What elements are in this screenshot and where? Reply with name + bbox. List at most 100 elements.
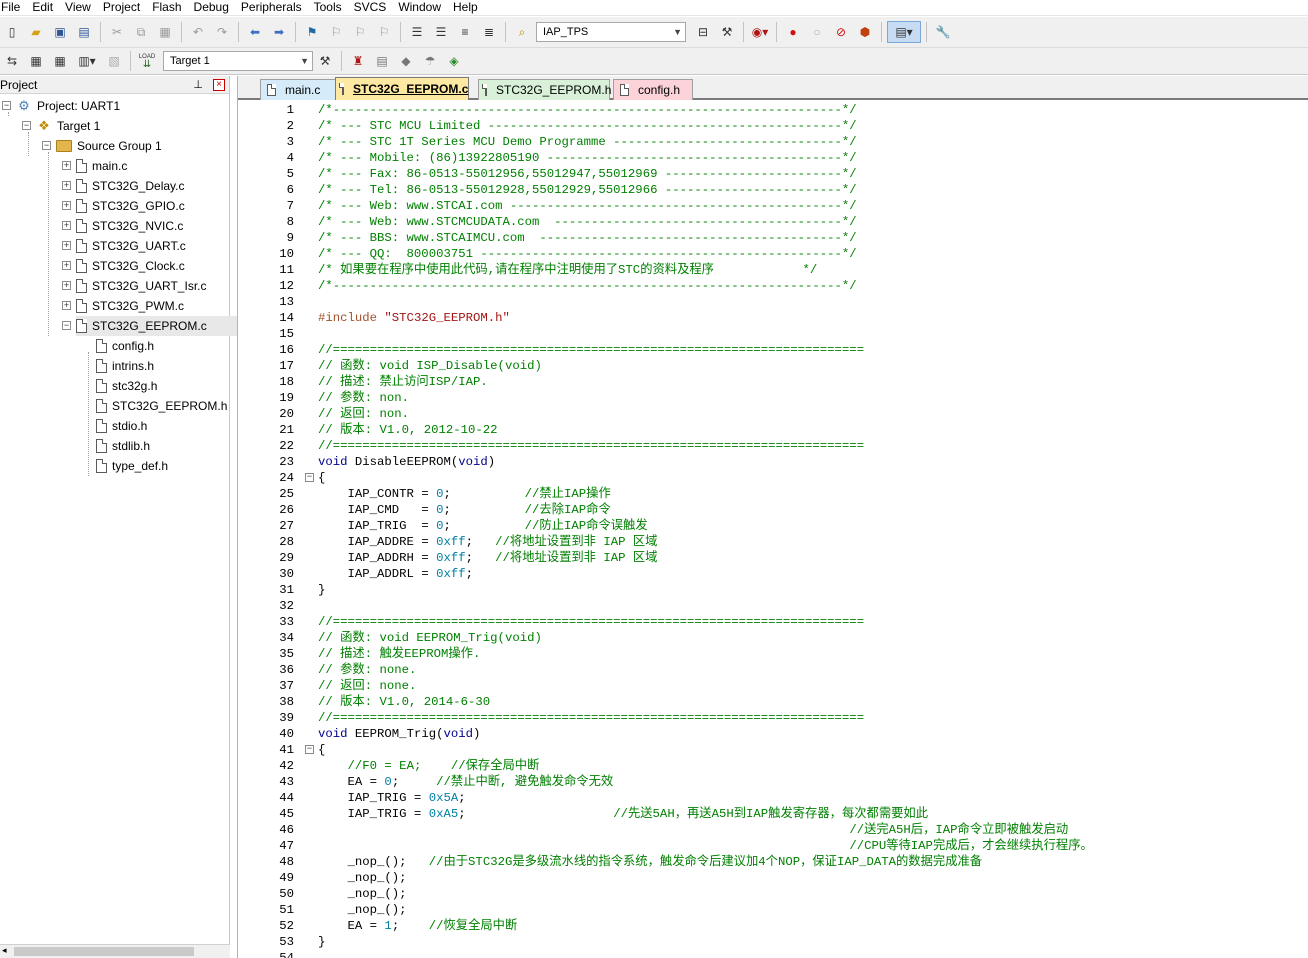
collapse-toggle[interactable]: − [22,121,31,130]
code-line[interactable]: _nop_(); [318,886,407,902]
unindent-icon[interactable]: ☰ [430,21,452,43]
code-line[interactable]: { [318,470,325,486]
code-line[interactable]: /* --- QQ: 800003751 -------------------… [318,246,857,262]
code-line[interactable]: } [318,582,325,598]
tree-item[interactable]: STC32G_UART.c [76,236,186,256]
open-folder-icon[interactable]: ▰ [25,21,47,43]
debug-session-icon[interactable]: ◉▾ [749,21,771,43]
tree-item[interactable]: type_def.h [96,456,168,476]
menu-svcs[interactable]: SVCS [354,0,394,15]
tree-item[interactable]: STC32G_EEPROM.c [76,316,244,336]
tree-item[interactable]: stdlib.h [96,436,150,456]
code-line[interactable]: EA = 1; //恢复全局中断 [318,918,518,934]
menu-peripherals[interactable]: Peripherals [241,0,309,15]
target-combo[interactable]: Target 1 ▼ [163,51,313,71]
code-line[interactable]: // 版本: V1.0, 2012-10-22 [318,422,498,438]
code-line[interactable]: /* --- Fax: 86-0513-55012956,55012947,55… [318,166,857,182]
code-line[interactable]: void EEPROM_Trig(void) [318,726,480,742]
fold-toggle[interactable]: − [305,473,314,482]
code-line[interactable]: //======================================… [318,342,864,358]
code-line[interactable]: /* --- BBS: www.STCAIMCU.com -----------… [318,230,857,246]
expand-toggle[interactable]: + [62,261,71,270]
code-line[interactable]: // 描述: 禁止访问ISP/IAP. [318,374,488,390]
translate-icon[interactable]: ⇆ [1,50,23,72]
code-line[interactable]: IAP_TRIG = 0xA5; //先送5AH，再送A5H到IAP触发寄存器，… [318,806,929,822]
menu-tools[interactable]: Tools [314,0,349,15]
code-line[interactable]: void DisableEEPROM(void) [318,454,495,470]
fold-toggle[interactable]: − [305,745,314,754]
menu-window[interactable]: Window [398,0,448,15]
expand-toggle[interactable]: + [62,281,71,290]
code-line[interactable]: //======================================… [318,614,864,630]
breakpoint-icon[interactable]: ● [782,21,804,43]
tree-item[interactable]: STC32G_Delay.c [76,176,184,196]
code-line[interactable]: // 版本: V1.0, 2014-6-30 [318,694,490,710]
menu-view[interactable]: View [65,0,98,15]
menu-flash[interactable]: Flash [152,0,188,15]
code-line[interactable]: /* --- Mobile: (86)13922805190 ---------… [318,150,857,166]
save-icon[interactable]: ▣ [49,21,71,43]
breakpoint-disable-icon[interactable]: ○ [806,21,828,43]
expand-toggle[interactable]: + [62,161,71,170]
batch-build-icon[interactable]: ▥▾ [73,50,101,72]
find-combo[interactable]: IAP_TPS ▼ [536,22,686,42]
tree-item[interactable]: STC32G_GPIO.c [76,196,185,216]
code-line[interactable]: IAP_TRIG = 0x5A; [318,790,466,806]
code-line[interactable]: IAP_CONTR = 0; //禁止IAP操作 [318,486,611,502]
code-line[interactable]: IAP_ADDRH = 0xff; //将地址设置到非 IAP 区域 [318,550,658,566]
redo-icon[interactable]: ↷ [211,21,233,43]
pack-installer-icon[interactable]: ◈ [443,50,465,72]
code-line[interactable]: /* --- Tel: 86-0513-55012928,55012929,55… [318,182,857,198]
paste-icon[interactable]: ▦ [154,21,176,43]
code-line[interactable]: //======================================… [318,438,864,454]
code-area[interactable]: 1 2 3 4 5 6 7 8 9 10 11 12 13 14 15 16 17 18 19 20 21 22 23 24 2… [238,102,1308,958]
file-extensions-icon[interactable]: ◆ [395,50,417,72]
code-line[interactable]: IAP_ADDRL = 0xff; [318,566,473,582]
code-line[interactable]: IAP_TRIG = 0; //防止IAP命令误触发 [318,518,648,534]
tree-item[interactable]: stc32g.h [96,376,157,396]
tree-item[interactable]: Source Group 1 [56,136,162,156]
code-line[interactable]: // 描述: 触发EEPROM操作. [318,646,480,662]
nav-forward-icon[interactable]: ➡ [268,21,290,43]
window-layout-icon[interactable]: ▤▾ [887,21,921,43]
code-line[interactable]: _nop_(); [318,870,407,886]
code-line[interactable]: // 函数: void EEPROM_Trig(void) [318,630,542,646]
code-line[interactable]: // 返回: non. [318,406,409,422]
collapse-toggle[interactable]: − [2,101,11,110]
expand-toggle[interactable]: + [62,221,71,230]
code-line[interactable]: // 返回: none. [318,678,416,694]
build-icon[interactable]: ▦ [25,50,47,72]
code-line[interactable]: //送完A5H后，IAP命令立即被触发启动 [318,822,1068,838]
tree-item[interactable]: STC32G_PWM.c [76,296,184,316]
code-line[interactable]: // 参数: non. [318,390,409,406]
chevron-down-icon[interactable]: ▼ [673,27,682,37]
new-file-icon[interactable]: ▯ [1,21,23,43]
tree-item[interactable]: config.h [96,336,154,356]
find-icon[interactable]: ⊟ [692,21,714,43]
configure-icon[interactable]: 🔧 [932,21,954,43]
copy-icon[interactable]: ⧉ [130,21,152,43]
menu-debug[interactable]: Debug [194,0,236,15]
close-icon[interactable]: × [213,78,225,91]
expand-toggle[interactable]: + [62,301,71,310]
uncomment-icon[interactable]: ≣ [478,21,500,43]
collapse-toggle[interactable]: − [62,321,71,330]
tab-stc32g-eeprom-c[interactable]: STC32G_EEPROM.c [335,77,469,100]
menu-project[interactable]: Project [103,0,147,15]
scrollbar-thumb[interactable] [14,947,194,956]
code-line[interactable]: IAP_CMD = 0; //去除IAP命令 [318,502,611,518]
nav-back-icon[interactable]: ⬅ [244,21,266,43]
comment-icon[interactable]: ≡ [454,21,476,43]
collapse-toggle[interactable]: − [42,141,51,150]
tree-item[interactable]: STC32G_Clock.c [76,256,185,276]
bookmark-next-icon[interactable]: ⚐ [349,21,371,43]
tab-config-h[interactable]: config.h [613,79,693,100]
expand-toggle[interactable]: + [62,201,71,210]
pin-icon[interactable]: ⊥ [193,78,203,91]
stop-build-icon[interactable]: ▧ [103,50,125,72]
code-line[interactable]: // 参数: none. [318,662,416,678]
code-line[interactable]: /* 如果要在程序中使用此代码,请在程序中注明使用了STC的资料及程序 */ [318,262,817,278]
tree-item[interactable]: ⚙ Project: UART1 [16,96,120,116]
download-icon[interactable]: LOAD ⇊ [136,50,158,72]
code-line[interactable]: /* --- Web: www.STCAI.com --------------… [318,198,857,214]
